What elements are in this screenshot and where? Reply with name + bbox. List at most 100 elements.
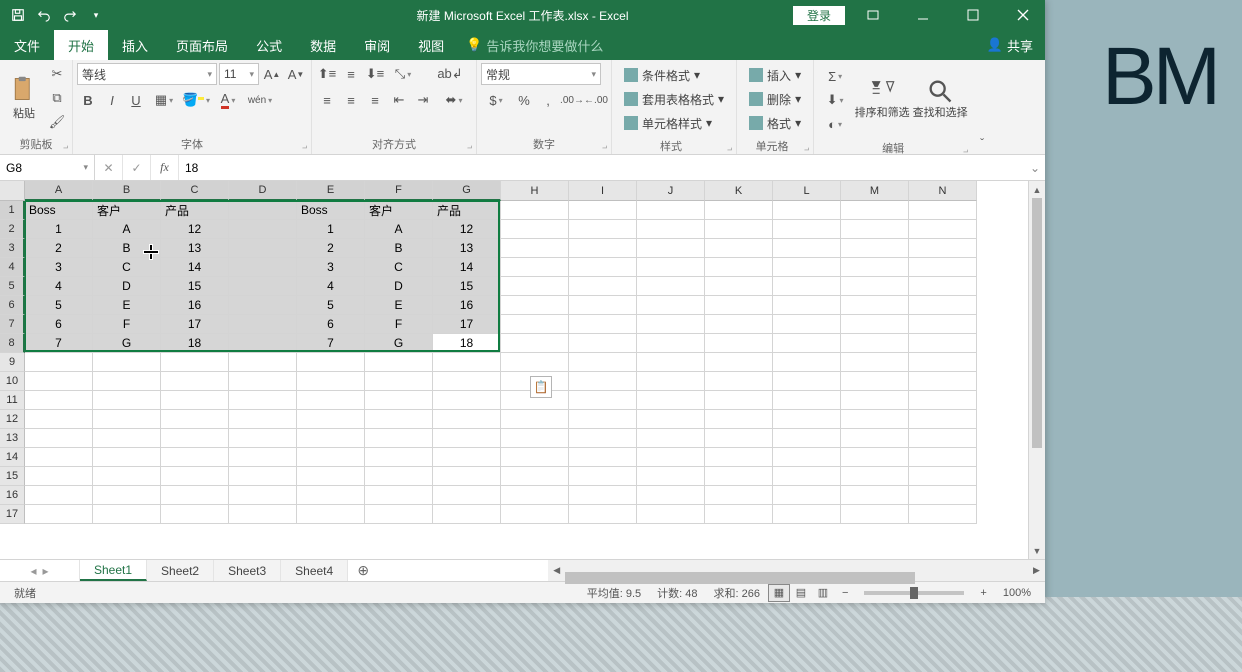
cell-F5[interactable]: D xyxy=(365,277,433,296)
cell-A5[interactable]: 4 xyxy=(25,277,93,296)
cell-G4[interactable]: 14 xyxy=(433,258,501,277)
cell-G8[interactable]: 18 xyxy=(433,334,501,353)
cell-L10[interactable] xyxy=(773,372,841,391)
cell-L11[interactable] xyxy=(773,391,841,410)
sheet-tab-sheet4[interactable]: Sheet4 xyxy=(281,560,348,581)
cell-E13[interactable] xyxy=(297,429,365,448)
insert-cells-button[interactable]: 插入 ▾ xyxy=(743,64,807,86)
decrease-decimal-icon[interactable]: ←.00 xyxy=(585,89,607,111)
cell-D4[interactable] xyxy=(229,258,297,277)
cell-J4[interactable] xyxy=(637,258,705,277)
underline-button[interactable]: U xyxy=(125,89,147,111)
cell-K5[interactable] xyxy=(705,277,773,296)
cell-H9[interactable] xyxy=(501,353,569,372)
row-header-1[interactable]: 1 xyxy=(0,201,25,220)
cell-A4[interactable]: 3 xyxy=(25,258,93,277)
cell-L2[interactable] xyxy=(773,220,841,239)
cell-J8[interactable] xyxy=(637,334,705,353)
cell-C9[interactable] xyxy=(161,353,229,372)
cell-N8[interactable] xyxy=(909,334,977,353)
cell-G14[interactable] xyxy=(433,448,501,467)
col-header-K[interactable]: K xyxy=(705,181,773,201)
cell-F4[interactable]: C xyxy=(365,258,433,277)
cell-C8[interactable]: 18 xyxy=(161,334,229,353)
cell-A14[interactable] xyxy=(25,448,93,467)
fill-color-button[interactable]: 🪣 xyxy=(181,89,211,111)
cell-M17[interactable] xyxy=(841,505,909,524)
cell-F8[interactable]: G xyxy=(365,334,433,353)
cell-L5[interactable] xyxy=(773,277,841,296)
cell-G3[interactable]: 13 xyxy=(433,239,501,258)
cell-I4[interactable] xyxy=(569,258,637,277)
ribbon-display-icon[interactable] xyxy=(851,1,895,29)
sheet-tab-sheet1[interactable]: Sheet1 xyxy=(80,560,147,581)
cell-E7[interactable]: 6 xyxy=(297,315,365,334)
cell-C17[interactable] xyxy=(161,505,229,524)
cell-N16[interactable] xyxy=(909,486,977,505)
cell-M14[interactable] xyxy=(841,448,909,467)
cell-D11[interactable] xyxy=(229,391,297,410)
cell-F16[interactable] xyxy=(365,486,433,505)
cell-K7[interactable] xyxy=(705,315,773,334)
cell-A8[interactable]: 7 xyxy=(25,334,93,353)
cell-D3[interactable] xyxy=(229,239,297,258)
cell-J2[interactable] xyxy=(637,220,705,239)
increase-decimal-icon[interactable]: .00→ xyxy=(561,89,583,111)
tab-data[interactable]: 数据 xyxy=(296,30,350,60)
sheet-tab-sheet2[interactable]: Sheet2 xyxy=(147,560,214,581)
cell-G11[interactable] xyxy=(433,391,501,410)
autosum-icon[interactable]: Σ xyxy=(820,65,850,87)
cell-B6[interactable]: E xyxy=(93,296,161,315)
cell-E12[interactable] xyxy=(297,410,365,429)
cell-D8[interactable] xyxy=(229,334,297,353)
align-bottom-icon[interactable]: ⬇≡ xyxy=(364,63,386,85)
cell-C16[interactable] xyxy=(161,486,229,505)
increase-font-icon[interactable]: A▲ xyxy=(261,63,283,85)
row-header-12[interactable]: 12 xyxy=(0,410,25,429)
cell-K15[interactable] xyxy=(705,467,773,486)
cell-N4[interactable] xyxy=(909,258,977,277)
fill-icon[interactable]: ⬇ xyxy=(820,89,850,111)
cell-I10[interactable] xyxy=(569,372,637,391)
cell-D9[interactable] xyxy=(229,353,297,372)
copy-icon[interactable]: ⧉ xyxy=(46,87,68,109)
cells-area[interactable]: Boss客户产品Boss客户产品1A121A122B132B133C143C14… xyxy=(25,201,1028,559)
row-header-8[interactable]: 8 xyxy=(0,334,25,353)
bold-button[interactable]: B xyxy=(77,89,99,111)
row-header-13[interactable]: 13 xyxy=(0,429,25,448)
tab-review[interactable]: 审阅 xyxy=(350,30,404,60)
cell-C6[interactable]: 16 xyxy=(161,296,229,315)
col-header-J[interactable]: J xyxy=(637,181,705,201)
cell-A1[interactable]: Boss xyxy=(25,201,93,220)
cut-icon[interactable]: ✂ xyxy=(46,63,68,85)
cell-E16[interactable] xyxy=(297,486,365,505)
maximize-icon[interactable] xyxy=(951,1,995,29)
cell-K16[interactable] xyxy=(705,486,773,505)
cell-C12[interactable] xyxy=(161,410,229,429)
cell-H4[interactable] xyxy=(501,258,569,277)
row-header-4[interactable]: 4 xyxy=(0,258,25,277)
cell-K12[interactable] xyxy=(705,410,773,429)
vscroll-thumb[interactable] xyxy=(1032,198,1042,448)
col-header-F[interactable]: F xyxy=(365,181,433,201)
col-header-L[interactable]: L xyxy=(773,181,841,201)
cell-G6[interactable]: 16 xyxy=(433,296,501,315)
cancel-formula-icon[interactable]: ✕ xyxy=(95,155,123,180)
paste-button[interactable]: 粘贴 xyxy=(4,63,44,133)
close-icon[interactable] xyxy=(1001,1,1045,29)
cell-B8[interactable]: G xyxy=(93,334,161,353)
cell-N2[interactable] xyxy=(909,220,977,239)
page-layout-view-icon[interactable]: ▤ xyxy=(790,584,812,602)
align-middle-icon[interactable]: ≡ xyxy=(340,63,362,85)
cell-E3[interactable]: 2 xyxy=(297,239,365,258)
cell-D7[interactable] xyxy=(229,315,297,334)
expand-formula-bar-icon[interactable]: ⌄ xyxy=(1025,155,1045,180)
cell-F3[interactable]: B xyxy=(365,239,433,258)
cell-G2[interactable]: 12 xyxy=(433,220,501,239)
cell-E9[interactable] xyxy=(297,353,365,372)
cell-L3[interactable] xyxy=(773,239,841,258)
cell-A9[interactable] xyxy=(25,353,93,372)
cell-N15[interactable] xyxy=(909,467,977,486)
cell-C11[interactable] xyxy=(161,391,229,410)
name-box[interactable]: G8 xyxy=(0,155,95,180)
